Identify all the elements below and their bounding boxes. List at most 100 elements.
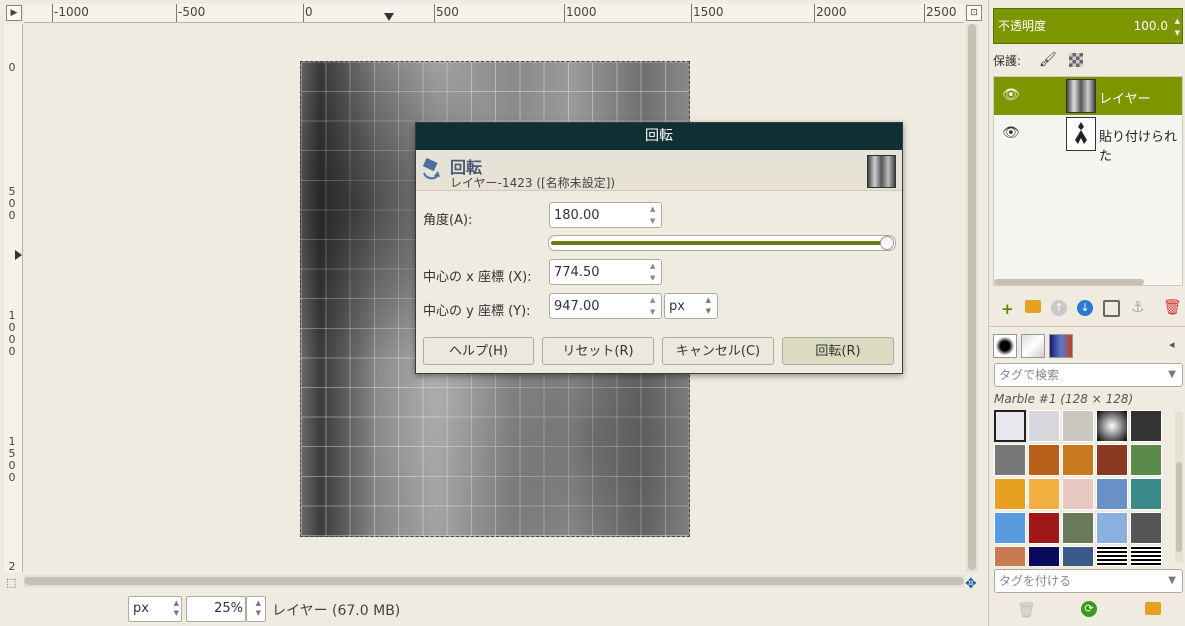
reset-button[interactable]: リセット(R) xyxy=(542,337,654,365)
angle-spin-arrows-icon[interactable]: ▲ ▼ xyxy=(650,203,655,227)
ruler-label: 0 xyxy=(8,345,16,358)
center-y-spin-arrows-icon[interactable]: ▲ ▼ xyxy=(650,294,655,318)
lower-layer-icon[interactable]: ↓ xyxy=(1077,300,1093,316)
dialog-title: 回転 xyxy=(645,128,673,144)
coordinate-unit-selector[interactable]: px ▲ ▼ xyxy=(664,293,718,319)
layer-list: 👁 レイヤー 👁 貼り付けられた xyxy=(993,76,1183,286)
delete-layer-icon[interactable]: 🗑 xyxy=(1163,298,1182,316)
ruler-label: 0 xyxy=(8,209,16,222)
pattern-thumb[interactable] xyxy=(1062,410,1094,442)
opacity-slider[interactable]: 不透明度 100.0 ▲ ▼ xyxy=(993,8,1183,44)
tag-search-input[interactable]: タグで検索 ▼ xyxy=(994,363,1183,387)
anchor-layer-icon[interactable]: ⚓ xyxy=(1131,298,1144,316)
rotate-tool-icon xyxy=(420,157,444,181)
pattern-thumb[interactable] xyxy=(994,410,1026,442)
tag-assign-input[interactable]: タグを付ける ▼ xyxy=(994,569,1183,593)
visibility-eye-icon[interactable]: 👁 xyxy=(1002,125,1020,141)
pattern-thumb[interactable] xyxy=(1096,478,1128,510)
lock-alpha-icon[interactable] xyxy=(1069,53,1083,67)
horizontal-scrollbar[interactable] xyxy=(24,575,964,587)
unit-selector[interactable]: px ▲ ▼ xyxy=(128,596,182,622)
zoom-corner-icon[interactable]: ⊡ xyxy=(966,5,982,21)
pattern-thumb[interactable] xyxy=(994,478,1026,510)
center-y-label: 中心の y 座標 (Y): xyxy=(423,304,531,319)
ruler-label: 0 xyxy=(8,471,16,484)
pattern-thumb[interactable] xyxy=(1096,444,1128,476)
pattern-grid-scrollbar[interactable] xyxy=(1175,412,1183,562)
pattern-thumb[interactable] xyxy=(1130,546,1162,566)
angle-slider[interactable] xyxy=(548,235,896,251)
lock-pixels-icon[interactable]: 🖌 xyxy=(1039,52,1057,68)
navigate-icon[interactable]: ✥ xyxy=(965,576,977,592)
duplicate-layer-icon[interactable] xyxy=(1103,300,1120,317)
pattern-thumb[interactable] xyxy=(1028,444,1060,476)
pattern-thumb[interactable] xyxy=(994,546,1026,566)
dialog-header: 回転 レイヤー-1423 ([名称未設定]) xyxy=(416,150,902,191)
pattern-thumb[interactable] xyxy=(994,512,1026,544)
pattern-thumb[interactable] xyxy=(1096,512,1128,544)
rotate-dialog[interactable]: 回転 回転 レイヤー-1423 ([名称未設定]) 角度(A): 180.00 … xyxy=(415,122,903,374)
ruler-label: 2500 xyxy=(926,5,957,19)
new-layer-group-icon[interactable] xyxy=(1025,300,1041,313)
center-x-input[interactable]: 774.50 xyxy=(549,259,662,285)
pattern-thumb[interactable] xyxy=(1062,546,1094,566)
layer-name: 貼り付けられた xyxy=(1099,130,1178,164)
pattern-thumb[interactable] xyxy=(1130,444,1162,476)
ruler-label: 0 xyxy=(8,333,16,346)
rotate-button[interactable]: 回転(R) xyxy=(782,337,894,365)
zoom-input[interactable]: 25% xyxy=(186,596,246,622)
delete-pattern-icon[interactable]: 🗑 xyxy=(1017,601,1036,619)
layer-thumbnail xyxy=(1066,117,1096,151)
scroll-thumb[interactable] xyxy=(24,577,964,585)
dialog-titlebar[interactable]: 回転 xyxy=(416,123,902,150)
tag-assign-placeholder: タグを付ける xyxy=(999,574,1072,588)
ruler-label: 1500 xyxy=(693,5,724,19)
chevron-down-icon[interactable]: ▼ xyxy=(1168,570,1176,592)
pattern-thumb[interactable] xyxy=(1130,512,1162,544)
angle-input[interactable]: 180.00 xyxy=(549,202,662,228)
pattern-thumb[interactable] xyxy=(1062,478,1094,510)
raise-layer-icon[interactable]: ↑ xyxy=(1051,300,1067,316)
layers-dock: 不透明度 100.0 ▲ ▼ 保護: 🖌 👁 レイヤー 👁 貼り付けられた + ↑… xyxy=(988,0,1185,626)
selection-toggle-icon[interactable]: ⬚ xyxy=(6,576,16,589)
tab-brushes[interactable] xyxy=(993,334,1017,358)
spin-arrows-icon[interactable]: ▲ ▼ xyxy=(1175,15,1180,39)
chevron-down-icon[interactable]: ▼ xyxy=(1168,364,1176,386)
pattern-thumb[interactable] xyxy=(1096,410,1128,442)
ruler-label: 0 xyxy=(8,197,16,210)
layer-row[interactable]: 👁 貼り付けられた xyxy=(994,115,1182,164)
pattern-thumb[interactable] xyxy=(1028,512,1060,544)
scroll-thumb[interactable] xyxy=(968,24,976,570)
pattern-thumb[interactable] xyxy=(1028,546,1060,566)
cancel-button[interactable]: キャンセル(C) xyxy=(662,337,774,365)
ruler-label: 1 xyxy=(8,309,16,322)
panel-menu-icon[interactable]: ◂ xyxy=(1169,338,1175,351)
layer-row[interactable]: 👁 レイヤー xyxy=(994,77,1182,115)
center-y-value: 947.00 xyxy=(554,299,600,314)
scroll-thumb[interactable] xyxy=(1176,462,1182,552)
visibility-eye-icon[interactable]: 👁 xyxy=(1002,87,1020,103)
pattern-thumb[interactable] xyxy=(1062,512,1094,544)
new-layer-icon[interactable]: + xyxy=(1001,300,1014,318)
angle-slider-handle[interactable] xyxy=(880,236,894,250)
vertical-scrollbar[interactable] xyxy=(966,24,978,572)
tab-patterns[interactable] xyxy=(1021,334,1045,358)
pattern-thumb[interactable] xyxy=(994,444,1026,476)
refresh-patterns-icon[interactable]: ⟳ xyxy=(1081,601,1097,617)
pattern-thumb[interactable] xyxy=(1028,410,1060,442)
tab-gradients[interactable] xyxy=(1049,334,1073,358)
pattern-thumb[interactable] xyxy=(1096,546,1128,566)
pattern-thumb[interactable] xyxy=(1130,410,1162,442)
center-x-spin-arrows-icon[interactable]: ▲ ▼ xyxy=(650,260,655,284)
open-folder-icon[interactable] xyxy=(1145,602,1161,615)
ruler-label: 0 xyxy=(8,61,16,74)
layer-list-scrollbar[interactable] xyxy=(994,279,1144,285)
center-y-input[interactable]: 947.00 xyxy=(549,293,662,319)
quick-mask-corner-icon[interactable]: ▶ xyxy=(6,5,22,21)
help-button[interactable]: ヘルプ(H) xyxy=(423,337,534,365)
pattern-thumb[interactable] xyxy=(1130,478,1162,510)
zoom-stepper[interactable]: ▲ ▼ xyxy=(246,596,266,622)
pattern-thumb[interactable] xyxy=(1062,444,1094,476)
pattern-thumb[interactable] xyxy=(1028,478,1060,510)
ruler-label: 0 xyxy=(8,459,16,472)
